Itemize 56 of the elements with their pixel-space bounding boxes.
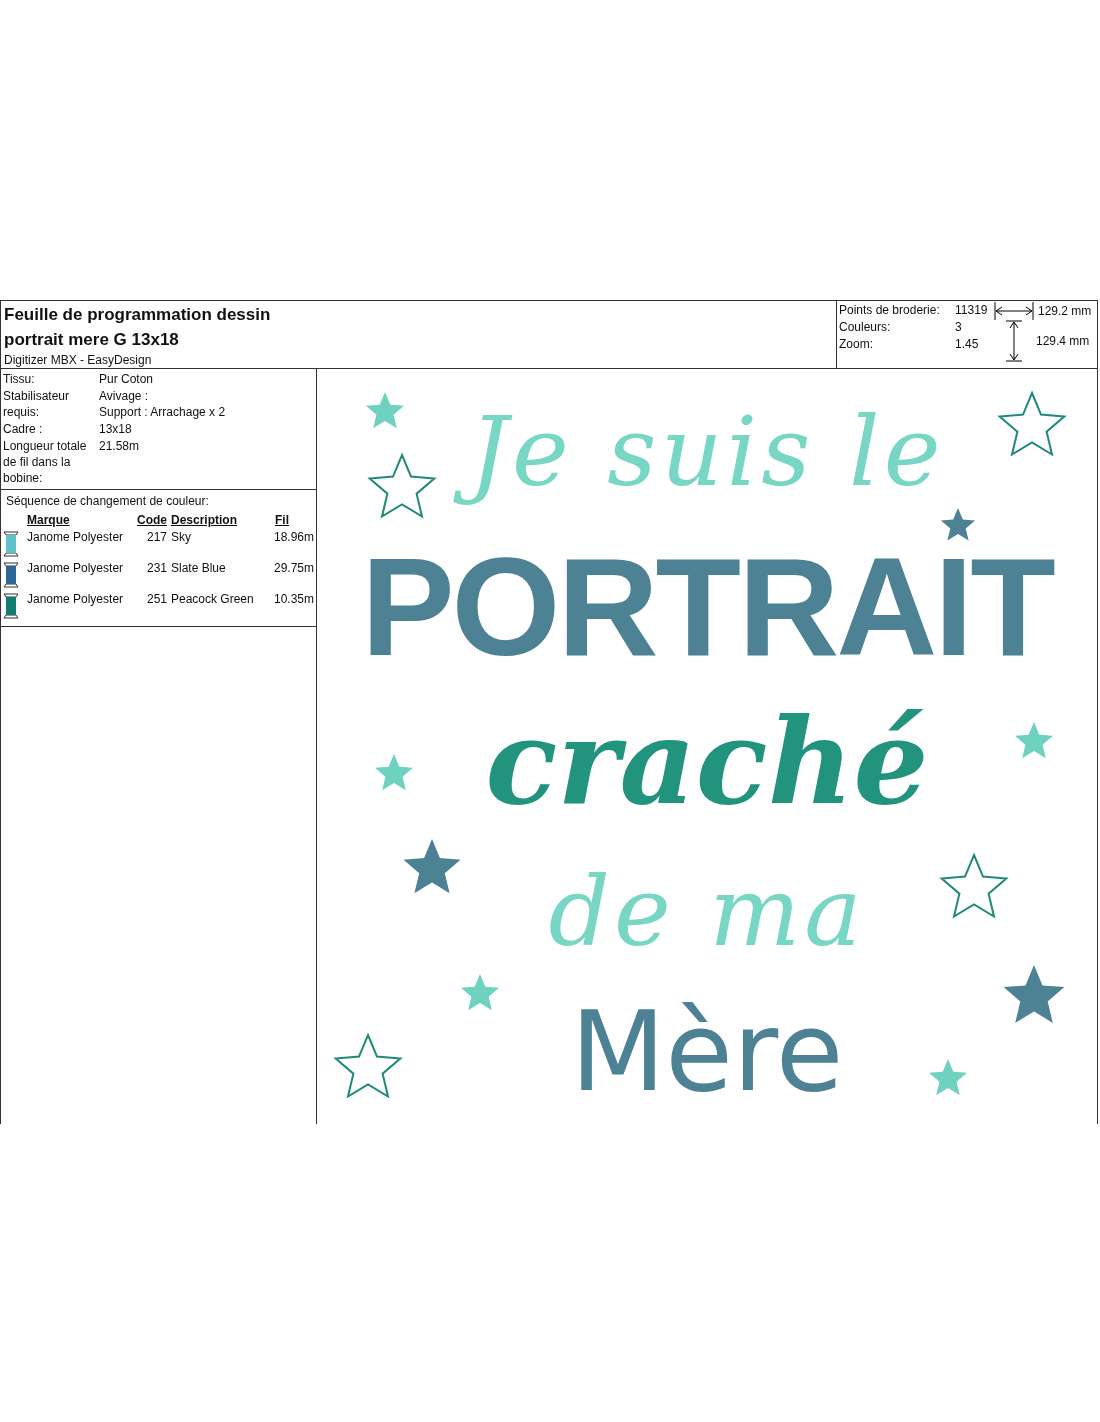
filled-star-icon — [929, 1059, 967, 1096]
table-cell-text: Janome Polyester — [27, 592, 125, 606]
table-cell-text: 18.96m — [272, 530, 314, 544]
detail-value: Avivage : — [99, 388, 150, 404]
height-arrow-icon — [1004, 320, 1024, 362]
column-header: Marque — [27, 513, 71, 527]
height-value: 129.4 mm — [1036, 334, 1090, 348]
summary-label: Zoom: — [839, 336, 874, 353]
detail-value: 13x18 — [99, 421, 133, 437]
detail-label: Tissu: — [3, 371, 36, 387]
filled-star-icon — [366, 392, 404, 429]
column-header: Code — [136, 513, 167, 527]
column-header: Description — [171, 513, 238, 527]
table-cell-text: 251 — [145, 592, 167, 606]
sheet-title: Feuille de programmation dessin — [4, 304, 272, 326]
column-header: Fil — [274, 513, 290, 527]
detail-value: Pur Coton — [99, 371, 155, 387]
embroidered-text: Je suis le — [445, 377, 969, 527]
embroidered-text: de ma — [547, 855, 867, 970]
detail-value: 21.58m — [99, 438, 141, 454]
table-cell-text: Janome Polyester — [27, 561, 125, 575]
detail-label: Stabilisateur requis: — [3, 388, 71, 420]
detail-label: Cadre : — [3, 421, 44, 437]
table-cell-text: 10.35m — [272, 592, 314, 606]
filled-star-icon — [375, 754, 413, 791]
filled-star-icon — [1015, 722, 1053, 759]
summary-label: Points de broderie: — [839, 302, 941, 319]
filled-star-icon — [461, 974, 499, 1011]
software-name: Digitizer MBX - EasyDesign — [4, 352, 153, 368]
section-title: Séquence de changement de couleur: — [5, 494, 210, 508]
filled-star-icon — [1003, 965, 1065, 1023]
table-cell-text: Peacock Green — [171, 592, 255, 606]
summary-label: Couleurs: — [839, 319, 892, 336]
embroidered-text: Mère — [569, 987, 845, 1117]
sheet-title: portrait mere G 13x18 — [4, 329, 180, 351]
embroidered-text: PORTRAIT — [360, 527, 1055, 687]
width-value: 129.2 mm — [1038, 304, 1092, 318]
table-cell-text: 29.75m — [272, 561, 314, 575]
summary-value: 1.45 — [955, 336, 979, 353]
table-cell-text: 217 — [145, 530, 167, 544]
table-cell-text: 231 — [145, 561, 167, 575]
summary-value: 11319 — [955, 302, 988, 319]
table-cell-text: Slate Blue — [171, 561, 227, 575]
table-cell-text: Sky — [171, 530, 192, 544]
outline-star-icon — [997, 390, 1067, 457]
detail-value: Support : Arrachage x 2 — [99, 404, 227, 420]
embroidered-text: craché — [484, 691, 930, 833]
table-cell-text: Janome Polyester — [27, 530, 125, 544]
outline-star-icon — [333, 1032, 403, 1099]
filled-star-icon — [403, 839, 461, 894]
width-arrow-icon — [994, 302, 1034, 320]
detail-label: Longueur totale de fil dans la bobine: — [3, 438, 88, 486]
filled-star-icon — [940, 508, 976, 541]
summary-value: 3 — [955, 319, 962, 336]
outline-star-icon — [367, 452, 437, 519]
outline-star-icon — [939, 852, 1009, 919]
